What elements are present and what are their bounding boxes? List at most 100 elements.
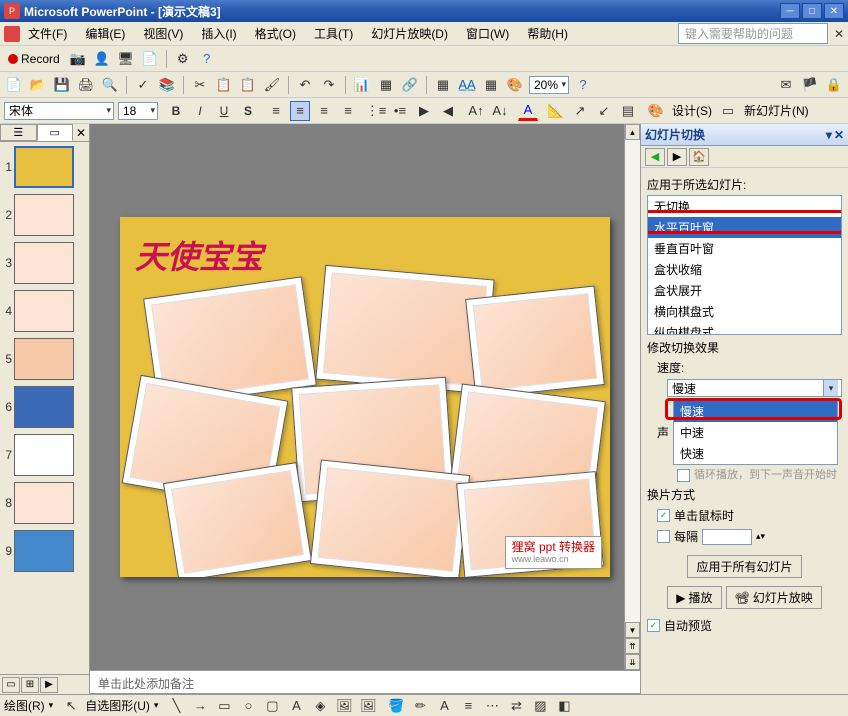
thumbnail-5[interactable]: [14, 338, 74, 380]
3d-icon[interactable]: ◧: [554, 696, 574, 716]
show-formatting-icon[interactable]: A̲A̲: [457, 75, 477, 95]
maximize-button[interactable]: □: [802, 3, 822, 19]
sorter-view-icon[interactable]: ⊞: [21, 677, 39, 693]
webcam-icon[interactable]: 👤: [92, 49, 112, 69]
send-icon[interactable]: ✉: [776, 75, 796, 95]
arrow-style-icon[interactable]: ⇄: [506, 696, 526, 716]
underline-icon[interactable]: U: [214, 101, 234, 121]
nav-home-icon[interactable]: 🏠: [689, 148, 709, 166]
dropdown-item[interactable]: 慢速: [674, 401, 837, 422]
taskpane-dropdown-icon[interactable]: ▾: [826, 128, 832, 142]
increase-indent-icon[interactable]: ▶: [414, 101, 434, 121]
menu-tools[interactable]: 工具(T): [310, 23, 357, 44]
onclick-checkbox[interactable]: ✓: [657, 509, 670, 522]
help-search[interactable]: 键入需要帮助的问题: [678, 23, 828, 44]
increase-font-icon[interactable]: A↑: [466, 101, 486, 121]
slideshow-view-icon[interactable]: ▶: [40, 677, 58, 693]
thumbnail-7[interactable]: [14, 434, 74, 476]
autopreview-checkbox[interactable]: ✓: [647, 619, 660, 632]
close-button[interactable]: ✕: [824, 3, 844, 19]
loop-checkbox[interactable]: [677, 469, 690, 482]
line-icon[interactable]: ╲: [166, 696, 186, 716]
new-icon[interactable]: 📄: [4, 75, 24, 95]
design-icon[interactable]: 🎨: [646, 101, 666, 121]
normal-view-icon[interactable]: ▭: [2, 677, 20, 693]
chart-icon[interactable]: 📊: [352, 75, 372, 95]
expand-icon[interactable]: ↗: [570, 101, 590, 121]
list-item[interactable]: 盒状收缩: [648, 259, 841, 280]
slides-tab[interactable]: ▭: [37, 124, 74, 141]
slideshow-button[interactable]: 📽 幻灯片放映: [726, 586, 822, 609]
rect-icon[interactable]: ▭: [214, 696, 234, 716]
numbering-icon[interactable]: ⋮≡: [366, 101, 386, 121]
clipart-icon[interactable]: 🖼: [334, 696, 354, 716]
speed-dropdown-open[interactable]: 慢速 中速 快速: [673, 400, 838, 465]
font-name-combo[interactable]: 宋体: [4, 102, 114, 120]
menu-window[interactable]: 窗口(W): [462, 23, 513, 44]
collapse-icon[interactable]: ↙: [594, 101, 614, 121]
play-button[interactable]: ▶ 播放: [667, 586, 721, 609]
pointer-icon[interactable]: ↖: [61, 696, 81, 716]
help-icon[interactable]: ?: [197, 49, 217, 69]
document-icon[interactable]: 📄: [140, 49, 160, 69]
line-style-icon[interactable]: ≡: [458, 696, 478, 716]
print-icon[interactable]: 🖨: [76, 75, 96, 95]
thumbnail-3[interactable]: [14, 242, 74, 284]
textbox-icon[interactable]: ▢: [262, 696, 282, 716]
newslide-label[interactable]: 新幻灯片(N): [742, 102, 811, 119]
oval-icon[interactable]: ○: [238, 696, 258, 716]
italic-icon[interactable]: I: [190, 101, 210, 121]
decrease-font-icon[interactable]: A↓: [490, 101, 510, 121]
open-icon[interactable]: 📂: [28, 75, 48, 95]
flag-icon[interactable]: 🏴: [800, 75, 820, 95]
line-color-icon[interactable]: ✏: [410, 696, 430, 716]
shadow2-icon[interactable]: ▨: [530, 696, 550, 716]
list-item[interactable]: 水平百叶窗: [648, 217, 841, 238]
thumbnail-2[interactable]: [14, 194, 74, 236]
bold-icon[interactable]: B: [166, 101, 186, 121]
font-color-icon[interactable]: A: [518, 101, 538, 121]
align-right-icon[interactable]: ≡: [314, 101, 334, 121]
help2-icon[interactable]: ?: [573, 75, 593, 95]
paste-icon[interactable]: 📋: [238, 75, 258, 95]
table-icon[interactable]: ▦: [376, 75, 396, 95]
slide-canvas[interactable]: 天使宝宝 狸窝 ppt 转换器 www.leawo.cn: [120, 217, 610, 577]
interval-input[interactable]: [702, 529, 752, 545]
font-size-combo[interactable]: 18: [118, 102, 158, 120]
bullets-icon[interactable]: •≡: [390, 101, 410, 121]
dropdown-item[interactable]: 快速: [674, 443, 837, 464]
record-button[interactable]: Record: [4, 52, 64, 66]
preview-icon[interactable]: 🔍: [100, 75, 120, 95]
fill-color-icon[interactable]: 🪣: [386, 696, 406, 716]
format-painter-icon[interactable]: 🖌: [262, 75, 282, 95]
interval-checkbox[interactable]: [657, 530, 670, 543]
draw-menu[interactable]: 绘图(R): [4, 697, 45, 714]
menu-format[interactable]: 格式(O): [251, 23, 300, 44]
camera-icon[interactable]: 📷: [68, 49, 88, 69]
taskpane-close-icon[interactable]: ✕: [834, 128, 844, 142]
apply-all-button[interactable]: 应用于所有幻灯片: [687, 555, 801, 578]
menu-slideshow[interactable]: 幻灯片放映(D): [367, 23, 452, 44]
thumbnail-4[interactable]: [14, 290, 74, 332]
transition-list[interactable]: 无切换 水平百叶窗 垂直百叶窗 盒状收缩 盒状展开 横向棋盘式 纵向棋盘式 水平…: [647, 195, 842, 335]
settings-icon[interactable]: ⚙: [173, 49, 193, 69]
list-item[interactable]: 垂直百叶窗: [648, 238, 841, 259]
summary-icon[interactable]: ▤: [618, 101, 638, 121]
distribute-icon[interactable]: ≡: [338, 101, 358, 121]
nav-back-icon[interactable]: ◀: [645, 148, 665, 166]
minimize-button[interactable]: ─: [780, 3, 800, 19]
doc-close-button[interactable]: ✕: [834, 27, 844, 41]
align-left-icon[interactable]: ≡: [266, 101, 286, 121]
save-icon[interactable]: 💾: [52, 75, 72, 95]
newslide-icon[interactable]: ▭: [718, 101, 738, 121]
menu-help[interactable]: 帮助(H): [523, 23, 572, 44]
screen-icon[interactable]: 🖥: [116, 49, 136, 69]
list-item[interactable]: 盒状展开: [648, 280, 841, 301]
menu-edit[interactable]: 编辑(E): [81, 23, 129, 44]
outline-tab[interactable]: ☰: [0, 124, 37, 141]
dropdown-item[interactable]: 中速: [674, 422, 837, 443]
thumbnail-6[interactable]: [14, 386, 74, 428]
thumbnail-8[interactable]: [14, 482, 74, 524]
notes-pane[interactable]: 单击此处添加备注: [90, 670, 640, 694]
thumbnail-9[interactable]: [14, 530, 74, 572]
